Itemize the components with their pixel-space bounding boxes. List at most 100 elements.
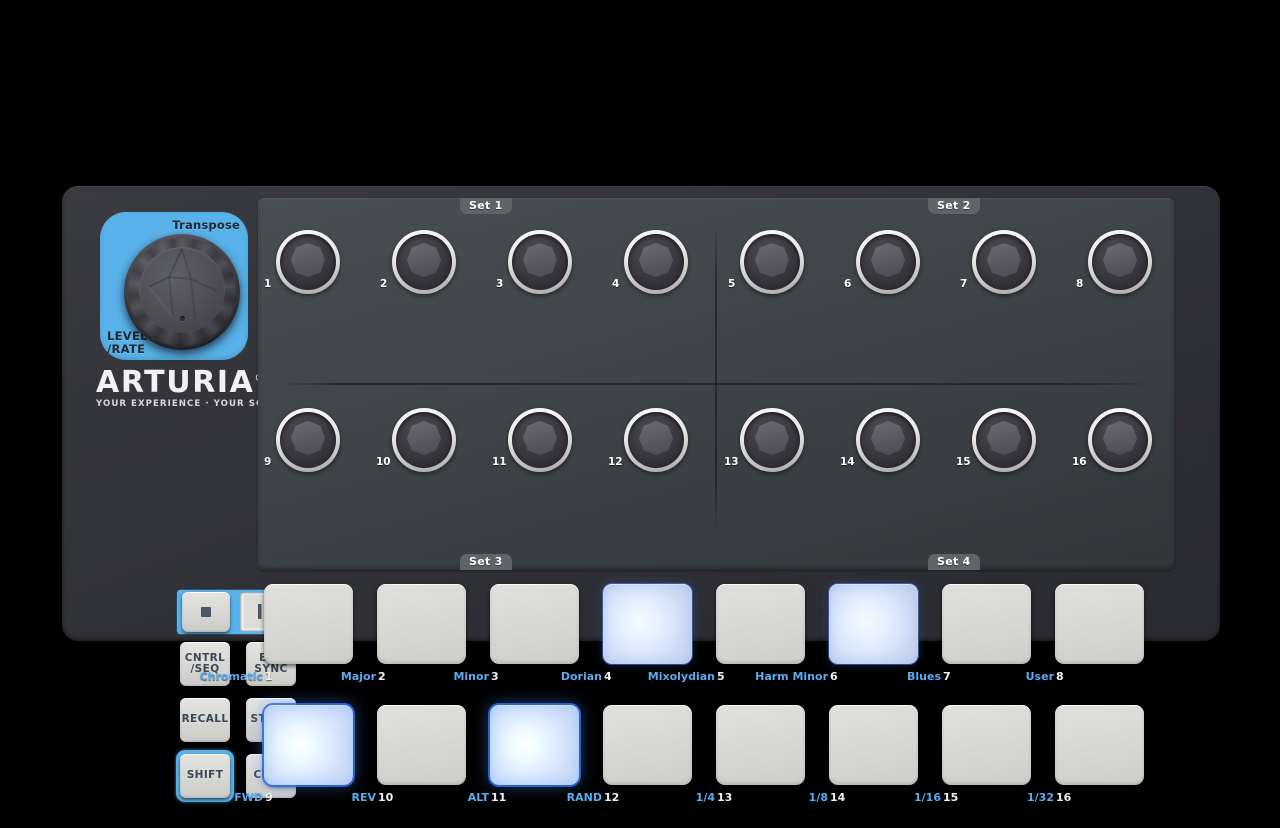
pad-4-function: Dorian — [560, 670, 602, 683]
pad-3-function: Minor — [453, 670, 489, 683]
knob-11-body — [512, 412, 568, 468]
pad-13-function: 1/4 — [695, 791, 715, 804]
pad-4[interactable] — [602, 583, 693, 665]
pad-13-number: 13 — [717, 791, 733, 804]
pad-2-function: Major — [340, 670, 376, 683]
pad-7-number: 7 — [943, 670, 951, 683]
pad-12[interactable] — [603, 705, 692, 785]
pad-16[interactable] — [1055, 705, 1144, 785]
knob-10[interactable]: 10 — [376, 408, 456, 472]
knob-14[interactable]: 14 — [840, 408, 920, 472]
knob-11-number: 11 — [492, 456, 507, 468]
knob-2-cap — [407, 243, 441, 277]
knob-15[interactable]: 15 — [956, 408, 1036, 472]
pad-1-number: 1 — [265, 670, 273, 683]
knob-14-cap — [871, 421, 905, 455]
pad-7[interactable] — [942, 584, 1031, 664]
pad-5-number: 5 — [717, 670, 725, 683]
knob-10-number: 10 — [376, 456, 391, 468]
transpose-label: Transpose — [172, 218, 240, 232]
pad-5[interactable] — [716, 584, 805, 664]
knob-14-body — [860, 412, 916, 468]
knob-5-cap — [755, 243, 789, 277]
knob-6-number: 6 — [844, 278, 852, 290]
pad-6-number: 6 — [830, 670, 838, 683]
knob-4-number: 4 — [612, 278, 620, 290]
knob-12[interactable]: 12 — [608, 408, 688, 472]
pad-15[interactable] — [942, 705, 1031, 785]
pad-1[interactable] — [264, 584, 353, 664]
pad-10-number: 10 — [378, 791, 394, 804]
pad-8-function: User — [1025, 670, 1054, 683]
pad-2[interactable] — [377, 584, 466, 664]
knob-8-cap — [1103, 243, 1137, 277]
knob-panel: Set 1 Set 2 Set 3 Set 4 1 2 3 4 5 6 7 8 … — [258, 198, 1174, 570]
pad-4-number: 4 — [604, 670, 612, 683]
knob-2[interactable]: 2 — [380, 230, 456, 294]
knob-16-body — [1092, 412, 1148, 468]
pad-10-function: REV — [351, 791, 377, 804]
stop-square-icon — [201, 607, 211, 617]
brand-name: ARTURIA® — [96, 364, 264, 398]
knob-15-number: 15 — [956, 456, 971, 468]
knob-4[interactable]: 4 — [612, 230, 688, 294]
knob-15-body — [976, 412, 1032, 468]
pad-16-function: 1/32 — [1027, 791, 1054, 804]
knob-11[interactable]: 11 — [492, 408, 572, 472]
knob-13-body — [744, 412, 800, 468]
set-3-tab: Set 3 — [460, 554, 512, 570]
pad-8[interactable] — [1055, 584, 1144, 664]
knob-16-cap — [1103, 421, 1137, 455]
knob-1[interactable]: 1 — [264, 230, 340, 294]
pad-6[interactable] — [828, 583, 919, 665]
pad-9[interactable] — [262, 703, 355, 787]
knob-12-number: 12 — [608, 456, 623, 468]
knob-4-cap — [639, 243, 673, 277]
knob-9-body — [280, 412, 336, 468]
beatstep-controller-device: Transpose LEVEL /RATE ARTURIA YOUR EXPER… — [62, 186, 1220, 804]
knob-16[interactable]: 16 — [1072, 408, 1152, 472]
stop-button[interactable] — [182, 592, 230, 632]
transpose-encoder-knob[interactable] — [124, 234, 240, 350]
recall-button[interactable]: RECALL — [180, 698, 230, 742]
knob-6[interactable]: 6 — [844, 230, 920, 294]
knob-6-cap — [871, 243, 905, 277]
pad-14-function: 1/8 — [808, 791, 828, 804]
knob-6-body — [860, 234, 916, 290]
recall-label: RECALL — [181, 713, 229, 726]
level-label-line2: /RATE — [107, 342, 146, 356]
pad-section: 1 Chromatic 2 Major 3 Minor 4 Dorian 5 M… — [200, 583, 1174, 828]
knob-8-number: 8 — [1076, 278, 1084, 290]
pad-15-function: 1/16 — [914, 791, 941, 804]
knob-3-number: 3 — [496, 278, 504, 290]
pad-3[interactable] — [490, 584, 579, 664]
knob-3-body — [512, 234, 568, 290]
knob-10-cap — [407, 421, 441, 455]
pad-13[interactable] — [716, 705, 805, 785]
knob-8[interactable]: 8 — [1076, 230, 1152, 294]
pad-15-number: 15 — [943, 791, 959, 804]
pad-8-number: 8 — [1056, 670, 1064, 683]
knob-5[interactable]: 5 — [728, 230, 804, 294]
pad-5-function: Mixolydian — [647, 670, 715, 683]
pad-12-number: 12 — [604, 791, 620, 804]
pad-11[interactable] — [488, 703, 581, 787]
shift-label: SHIFT — [186, 769, 224, 782]
knob-3[interactable]: 3 — [496, 230, 572, 294]
arturia-logo: ARTURIA® YOUR EXPERIENCE · YOUR SOUND — [96, 364, 288, 410]
pad-16-number: 16 — [1056, 791, 1072, 804]
knob-9[interactable]: 9 — [264, 408, 340, 472]
knob-9-cap — [291, 421, 325, 455]
pad-9-function: FWD — [234, 791, 263, 804]
pad-14[interactable] — [829, 705, 918, 785]
pad-10[interactable] — [377, 705, 466, 785]
panel-vertical-divider — [715, 226, 717, 534]
encoder-cap — [139, 247, 225, 333]
knob-13[interactable]: 13 — [724, 408, 804, 472]
set-2-tab: Set 2 — [928, 198, 980, 214]
knob-16-number: 16 — [1072, 456, 1087, 468]
knob-7[interactable]: 7 — [960, 230, 1036, 294]
pad-11-number: 11 — [491, 791, 507, 804]
knob-5-body — [744, 234, 800, 290]
shift-button[interactable]: SHIFT — [180, 754, 230, 798]
